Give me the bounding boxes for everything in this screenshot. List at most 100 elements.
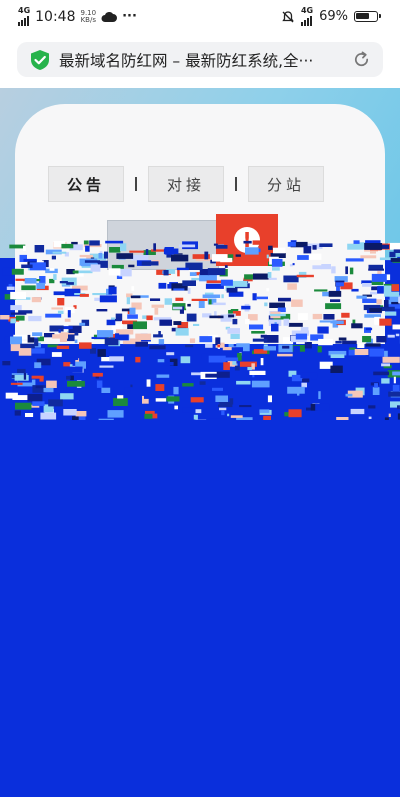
noise-block <box>266 288 270 292</box>
noise-block <box>376 299 382 305</box>
noise-block <box>60 393 74 400</box>
noise-block <box>158 282 167 289</box>
noise-block <box>97 349 106 357</box>
noise-block <box>141 261 159 266</box>
noise-block <box>231 347 243 353</box>
noise-block <box>175 297 184 301</box>
noise-block <box>74 331 79 336</box>
noise-block <box>116 253 134 259</box>
noise-block <box>83 240 89 245</box>
battery-icon <box>354 11 381 22</box>
noise-block <box>118 268 132 277</box>
noise-block <box>268 277 277 280</box>
noise-block <box>301 382 307 388</box>
noise-block <box>289 264 293 267</box>
noise-block <box>43 387 54 393</box>
noise-block <box>10 336 22 345</box>
noise-block <box>66 375 71 380</box>
noise-block <box>108 268 121 276</box>
noise-block <box>97 330 114 338</box>
noise-block <box>353 240 360 244</box>
noise-block <box>277 353 293 357</box>
noise-block <box>249 370 266 375</box>
noise-block <box>115 333 120 339</box>
noise-block <box>76 270 93 274</box>
noise-block <box>287 283 297 290</box>
noise-block <box>11 268 24 275</box>
noise-block <box>135 341 148 347</box>
noise-block <box>178 244 196 248</box>
noise-block <box>269 302 285 308</box>
network-type-left: 4G <box>18 6 31 15</box>
noise-block <box>89 240 100 246</box>
noise-block <box>63 357 79 360</box>
noise-block <box>390 258 400 262</box>
tab-connect[interactable]: 对接 <box>148 166 224 202</box>
noise-block <box>173 306 183 310</box>
noise-block <box>74 339 78 344</box>
shield-check-icon <box>31 49 49 70</box>
noise-block <box>204 251 209 260</box>
noise-block <box>34 338 39 347</box>
noise-block <box>52 251 67 254</box>
noise-block <box>215 395 228 402</box>
noise-block <box>72 270 79 274</box>
noise-block <box>372 387 380 395</box>
noise-block <box>293 348 297 353</box>
noise-block <box>201 353 208 360</box>
noise-block <box>234 365 240 371</box>
noise-block <box>319 243 333 247</box>
noise-block <box>113 398 128 406</box>
noise-block <box>273 247 286 254</box>
noise-block <box>153 243 156 251</box>
noise-block <box>297 255 309 260</box>
noise-block <box>163 362 174 366</box>
noise-block <box>34 362 42 369</box>
noise-block <box>32 401 45 406</box>
noise-block <box>51 352 62 357</box>
noise-block <box>149 345 166 350</box>
noise-block <box>330 365 343 373</box>
noise-block <box>57 310 64 314</box>
noise-block <box>155 398 167 402</box>
noise-block <box>379 318 392 326</box>
noise-block <box>268 245 273 250</box>
noise-block <box>144 413 153 419</box>
reload-icon[interactable] <box>352 50 371 69</box>
noise-block <box>130 384 133 388</box>
noise-block <box>31 348 45 354</box>
noise-block <box>302 378 310 383</box>
noise-block <box>12 395 28 400</box>
noise-block <box>51 307 63 310</box>
noise-block <box>61 243 74 249</box>
address-bar[interactable]: 最新域名防红网 – 最新防红系统,全··· <box>17 42 383 77</box>
noise-block <box>52 326 64 329</box>
noise-block <box>349 267 354 275</box>
noise-block <box>98 418 114 420</box>
noise-block <box>292 263 295 266</box>
noise-block <box>377 286 384 294</box>
noise-block <box>287 241 296 247</box>
noise-block <box>176 267 189 271</box>
noise-block <box>213 302 226 306</box>
noise-block <box>92 372 103 377</box>
noise-block <box>325 303 342 310</box>
noise-block <box>336 417 349 420</box>
noise-block <box>263 346 276 351</box>
tab-substation[interactable]: 分站 <box>248 166 324 202</box>
noise-block <box>300 327 309 333</box>
noise-block <box>392 384 400 393</box>
noise-block <box>323 314 335 320</box>
noise-block <box>156 374 170 378</box>
noise-block <box>215 245 228 249</box>
noise-block <box>221 410 225 416</box>
noise-block <box>231 280 248 287</box>
noise-block <box>8 283 13 287</box>
noise-block <box>331 266 336 274</box>
noise-block <box>338 337 347 341</box>
tab-announcement[interactable]: 公告 <box>48 166 124 202</box>
noise-block <box>220 257 233 263</box>
noise-block <box>90 264 101 272</box>
noise-block <box>150 298 161 301</box>
noise-block <box>356 295 367 299</box>
